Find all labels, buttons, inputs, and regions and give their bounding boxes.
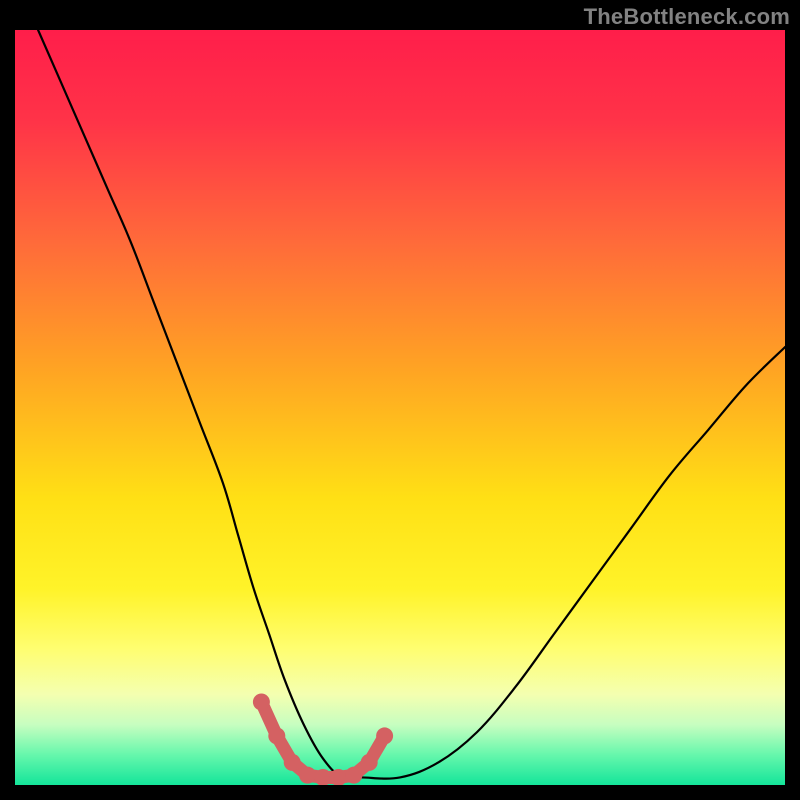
optimal-point — [253, 693, 270, 710]
plot-area — [15, 30, 785, 785]
bottleneck-chart — [15, 30, 785, 785]
gradient-background — [15, 30, 785, 785]
optimal-point — [376, 727, 393, 744]
optimal-point — [299, 767, 316, 784]
optimal-point — [268, 727, 285, 744]
chart-frame: TheBottleneck.com — [0, 0, 800, 800]
watermark-text: TheBottleneck.com — [584, 4, 790, 30]
optimal-point — [361, 754, 378, 771]
optimal-point — [345, 767, 362, 784]
optimal-point — [284, 754, 301, 771]
